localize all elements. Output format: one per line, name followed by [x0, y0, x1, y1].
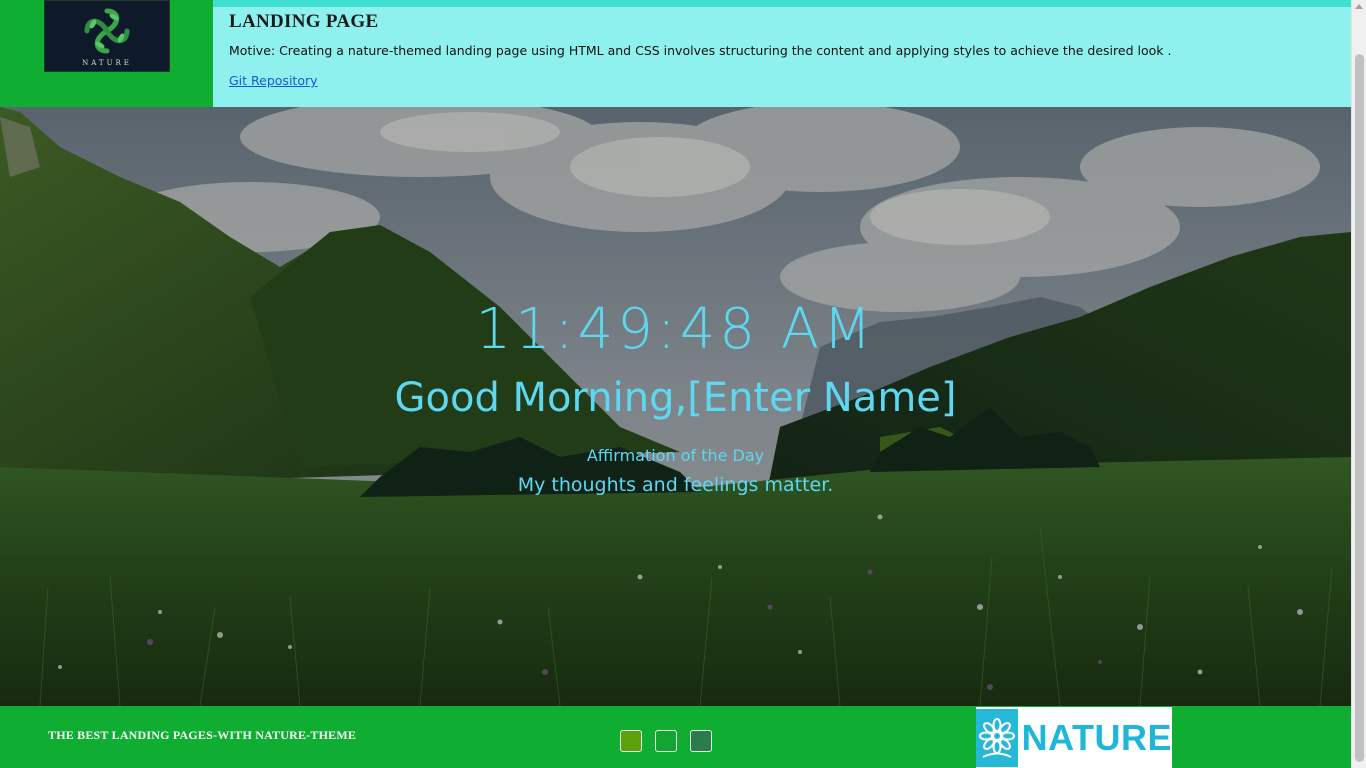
scroll-up-arrow-icon[interactable]: [1355, 4, 1363, 9]
affirmation-label: Affirmation of the Day: [586, 446, 765, 465]
header-logo-panel: NATURE: [0, 0, 213, 107]
hero-section: 11:49:48 AM Good Morning,[Enter Name] Af…: [0, 107, 1351, 706]
scrollbar-thumb[interactable]: [1355, 54, 1364, 762]
name-input[interactable]: [Enter Name]: [687, 375, 956, 421]
logo-text: NATURE: [82, 59, 132, 67]
flower-icon: [976, 708, 1018, 767]
page-title: LANDING PAGE: [229, 11, 379, 32]
greeting-text: Good Morning,: [394, 375, 688, 421]
brand-text: NATURE: [1021, 716, 1172, 758]
motive-text: Motive: Creating a nature-themed landing…: [229, 43, 1172, 58]
leaf-knot-icon: [84, 8, 130, 54]
footer-tagline: THE BEST LANDING PAGES-WITH NATURE-THEME: [48, 728, 357, 742]
clock-display: 11:49:48 AM: [475, 297, 876, 362]
theme-swatch-dark-green[interactable]: [690, 730, 712, 752]
nature-logo: NATURE: [44, 0, 170, 72]
page-scrollbar[interactable]: [1351, 0, 1366, 768]
affirmation-text: My thoughts and feelings matter.: [517, 474, 834, 496]
brand-logo: NATURE: [976, 707, 1172, 768]
theme-swatch-olive[interactable]: [620, 730, 642, 752]
hero-content: 11:49:48 AM Good Morning,[Enter Name] Af…: [0, 107, 1351, 706]
page-footer: THE BEST LANDING PAGES-WITH NATURE-THEME: [0, 706, 1351, 768]
page-header: NATURE LANDING PAGE Motive: Creating a n…: [0, 0, 1351, 107]
greeting-line: Good Morning,[Enter Name]: [0, 375, 1351, 421]
theme-swatch-green[interactable]: [655, 730, 677, 752]
git-repository-link[interactable]: Git Repository: [229, 73, 318, 88]
header-info-panel: LANDING PAGE Motive: Creating a nature-t…: [213, 0, 1351, 107]
